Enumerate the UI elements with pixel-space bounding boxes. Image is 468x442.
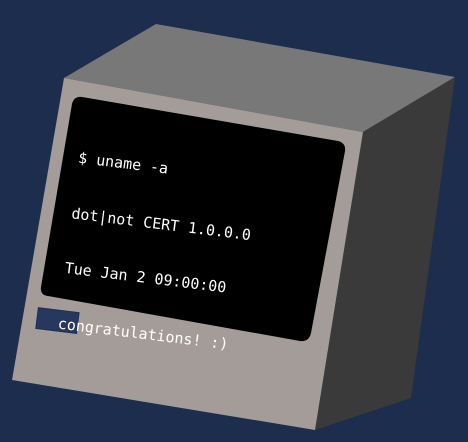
- terminal-line-command: $ uname -a: [77, 148, 170, 178]
- terminal-output: $ uname -a dot|not CERT 1.0.0.0 Tue Jan …: [55, 112, 264, 373]
- terminal-line-message: congratulations! :): [57, 313, 230, 353]
- terminal-line-system: dot|not CERT 1.0.0.0: [70, 203, 253, 244]
- terminal-line-date: Tue Jan 2 09:00:00: [63, 258, 228, 297]
